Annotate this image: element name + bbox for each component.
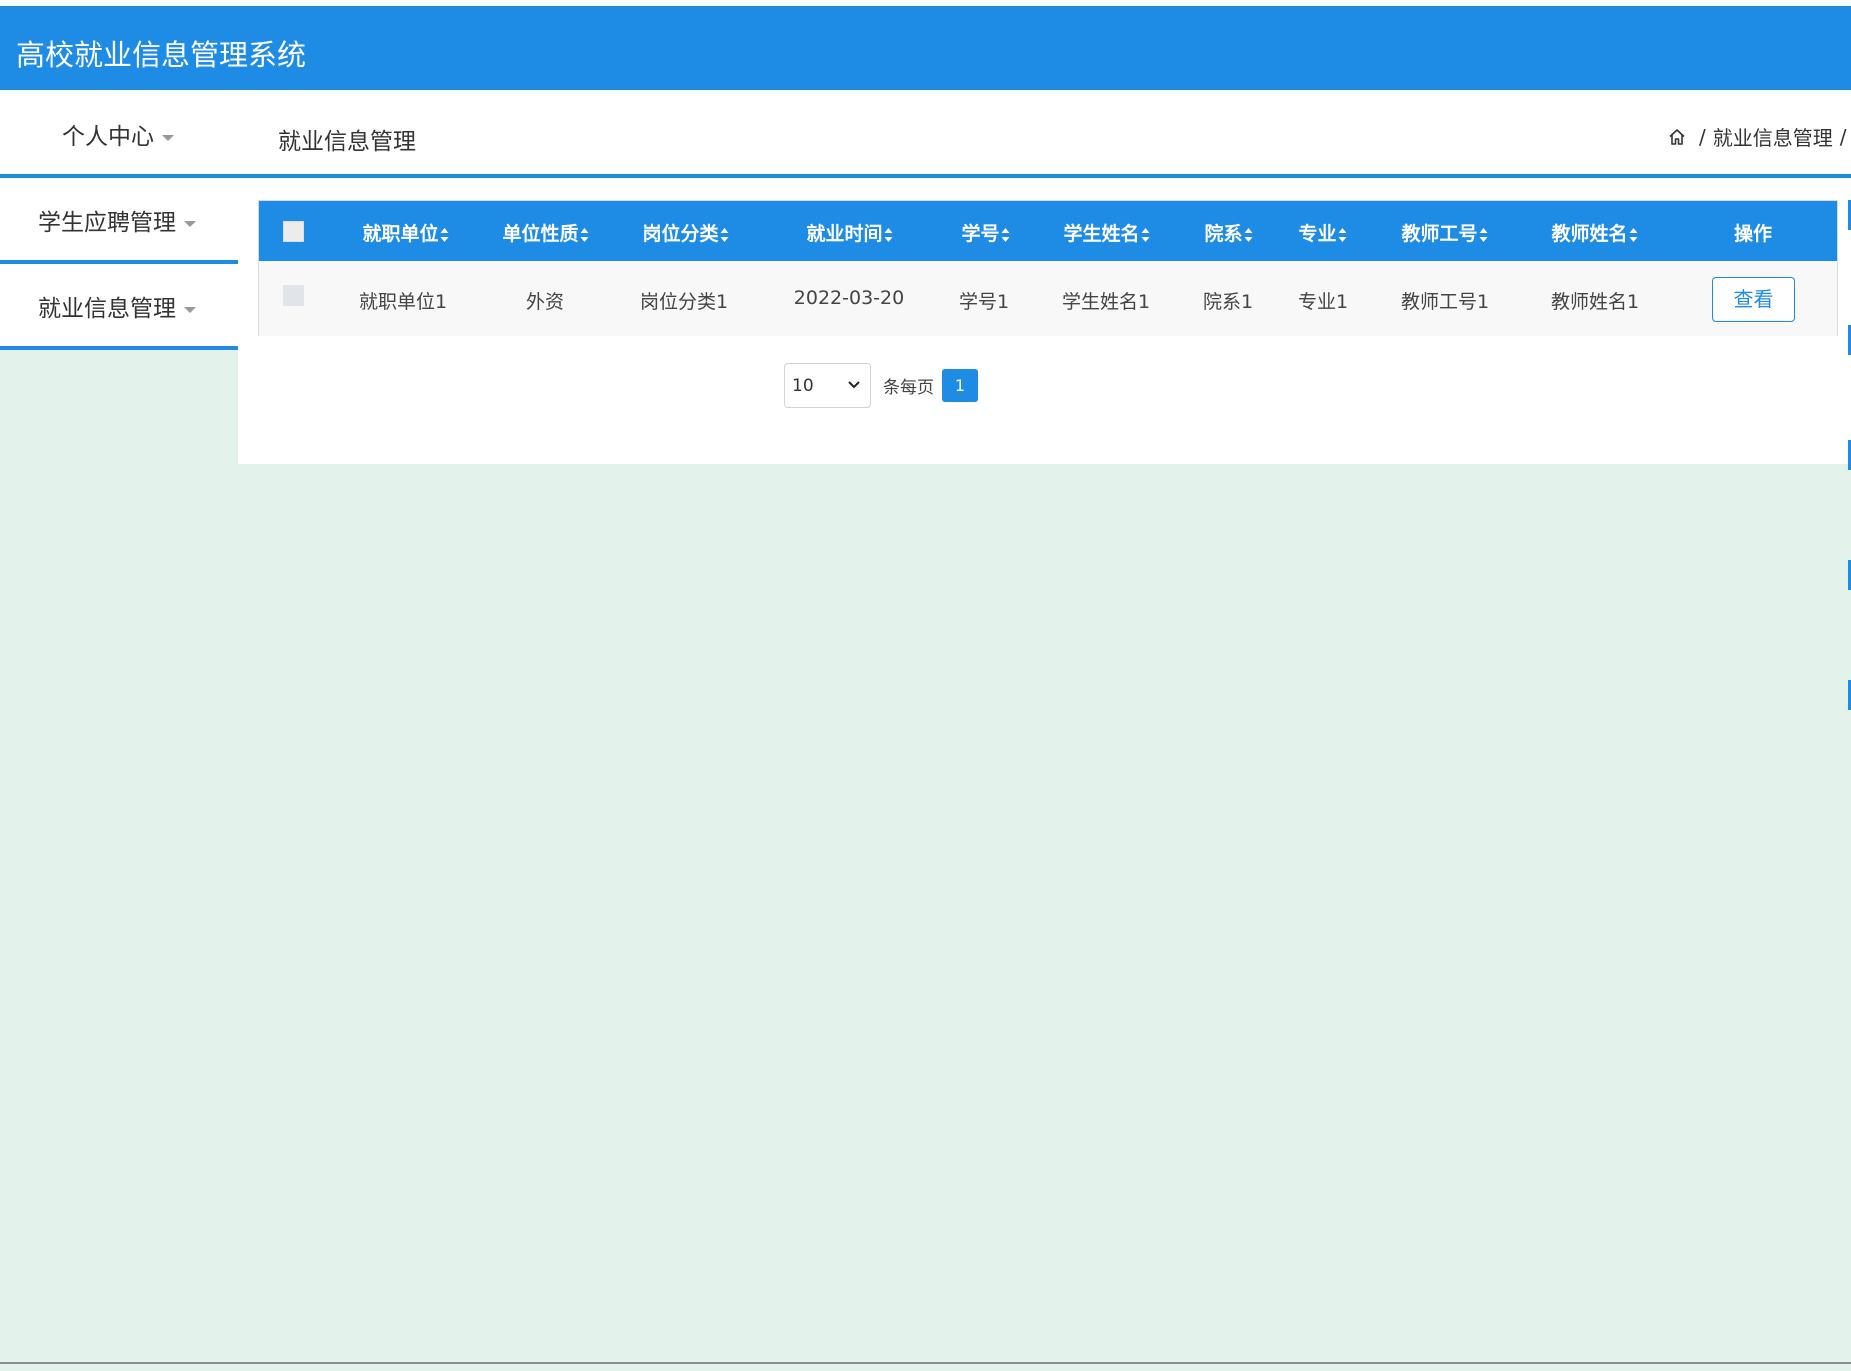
app-title: 高校就业信息管理系统 [16,38,307,72]
table-cell: 学号1 [958,291,1010,313]
breadcrumb-separator: / [1699,124,1706,149]
breadcrumb: / 就业信息管理 / [1668,122,1851,151]
sort-icon [1244,227,1254,242]
row-checkbox[interactable] [283,285,304,306]
column-header[interactable]: 就职单位 [362,219,449,246]
table-cell: 外资 [525,291,565,313]
table-cell: 教师姓名1 [1550,291,1640,313]
caret-down-icon [162,134,174,141]
sort-icon [1338,227,1348,242]
data-table: 就职单位 单位性质 岗位分类 就业时间 学号 学生姓名 院系 专业 教师工号 教… [258,200,1838,336]
personal-center-label: 个人中心 [62,124,154,150]
caret-down-icon [184,306,196,313]
home-icon[interactable] [1668,128,1686,146]
sort-icon [1479,227,1489,242]
breadcrumb-separator: / [1839,124,1847,149]
page-number-button[interactable]: 1 [942,369,978,402]
sort-icon [1141,227,1151,242]
view-button[interactable]: 查看 [1712,277,1795,322]
page-size-select[interactable]: 10 [784,363,871,408]
sort-icon [580,227,590,242]
sort-icon [1001,227,1011,242]
column-header[interactable]: 院系 [1204,219,1253,246]
page-title: 就业信息管理 [278,129,416,155]
table-cell: 教师工号1 [1400,291,1490,313]
column-header[interactable]: 学号 [961,219,1010,246]
sidebar-item-applications[interactable]: 学生应聘管理 [0,178,238,264]
sort-icon [440,227,450,242]
table-cell: 学生姓名1 [1061,291,1151,313]
pagination: 10 条每页 1 [784,363,978,408]
table-cell: 2022-03-20 [793,287,905,309]
column-header[interactable]: 教师工号 [1401,219,1488,246]
table-cell: 岗位分类1 [639,291,729,313]
breadcrumb-current[interactable]: 就业信息管理 [1713,122,1833,151]
bottom-divider [0,1362,1851,1364]
column-header[interactable]: 单位性质 [502,219,589,246]
caret-down-icon [184,220,196,227]
column-header[interactable]: 就业时间 [806,219,893,246]
column-header[interactable]: 教师姓名 [1551,219,1638,246]
table-cell: 专业1 [1297,291,1349,313]
table-cell: 就职单位1 [358,291,448,313]
column-header-actions: 操作 [1733,223,1773,245]
chevron-down-icon [848,381,860,389]
sort-icon [1629,227,1639,242]
table-cell: 院系1 [1202,291,1254,313]
select-all-checkbox[interactable] [283,221,304,242]
personal-center-menu[interactable]: 个人中心 [62,117,174,151]
sort-icon [884,227,894,242]
table-row: 就职单位1 外资 岗位分类1 2022-03-20 学号1 学生姓名1 院系1 … [259,261,1837,336]
column-header[interactable]: 学生姓名 [1063,219,1150,246]
column-header[interactable]: 专业 [1298,219,1347,246]
table-header: 就职单位 单位性质 岗位分类 就业时间 学号 学生姓名 院系 专业 教师工号 教… [259,201,1837,261]
per-page-label: 条每页 [883,378,934,398]
column-header[interactable]: 岗位分类 [642,219,729,246]
sort-icon [720,227,730,242]
sidebar-item-label: 学生应聘管理 [38,210,176,236]
sidebar-item-label: 就业信息管理 [38,296,176,322]
sidebar: 学生应聘管理 就业信息管理 [0,178,238,350]
page-size-value: 10 [792,376,814,396]
app-header: 高校就业信息管理系统 [0,6,1851,90]
sidebar-item-employment-info[interactable]: 就业信息管理 [0,264,238,350]
